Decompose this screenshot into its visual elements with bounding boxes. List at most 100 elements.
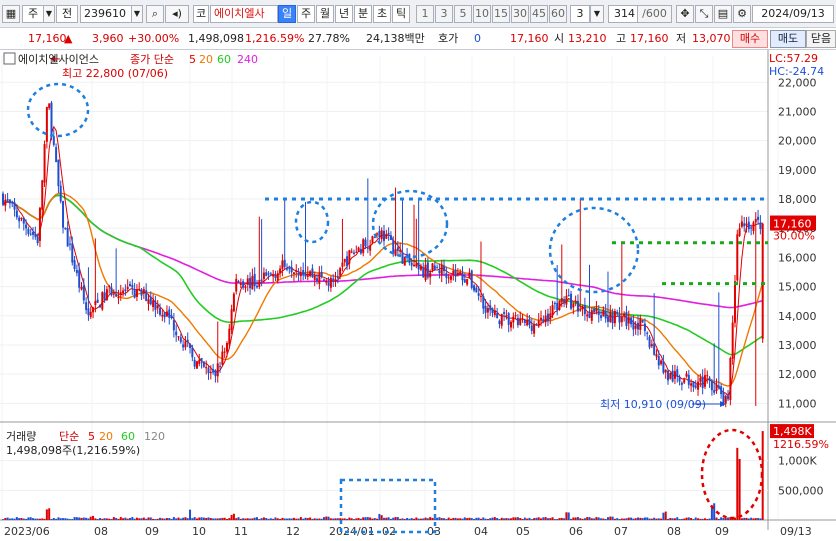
minute-button[interactable]: 30 [511, 5, 529, 23]
candle-body [563, 299, 566, 303]
candle-body [156, 305, 159, 309]
candle-body [82, 285, 85, 301]
minute-button[interactable]: 45 [530, 5, 548, 23]
candle-body [678, 377, 681, 382]
candle-body [445, 273, 448, 278]
volume-bar [620, 518, 623, 520]
candle-body [424, 264, 427, 281]
volume-bar [186, 518, 189, 520]
volume-bar [71, 519, 74, 520]
volume-bar [639, 517, 642, 520]
candle-body [272, 274, 275, 277]
grid-icon[interactable]: ▦ [2, 5, 20, 23]
period-tab[interactable]: 틱 [392, 5, 410, 23]
candle-body [625, 312, 628, 327]
volume-value-label: 1,498,098주(1,216.59%) [6, 444, 140, 457]
volume-bar [556, 519, 559, 520]
volume-bar [145, 518, 148, 520]
volume-bar [364, 517, 367, 520]
volume-bar [727, 517, 730, 520]
date-field[interactable]: 2024/09/13 [752, 5, 834, 23]
candle-body [170, 315, 173, 319]
view-select[interactable]: 전 [56, 5, 78, 23]
candle-body [489, 305, 492, 311]
minute-button[interactable]: 60 [549, 5, 567, 23]
candle-body [567, 295, 570, 297]
candle-body [103, 292, 106, 300]
market-select[interactable]: 주 [22, 5, 44, 23]
period-tab[interactable]: 분 [354, 5, 372, 23]
candle-body [288, 268, 291, 270]
candle-body [18, 217, 21, 222]
count-input[interactable]: 314 [608, 5, 638, 23]
period-tab[interactable]: 초 [373, 5, 391, 23]
minute-button[interactable]: 15 [492, 5, 510, 23]
minute-button[interactable]: 3 [435, 5, 453, 23]
volume-bar [117, 518, 120, 520]
chevron-down-icon[interactable]: ▼ [43, 5, 55, 23]
candle-body [239, 283, 242, 285]
buy-button[interactable]: 매수 [732, 30, 768, 48]
volume-bar [322, 517, 325, 520]
candle-body [216, 363, 219, 377]
candle-body [669, 373, 672, 379]
draw-tool-icon[interactable]: ⤡ [695, 5, 713, 23]
period-tab[interactable]: 주 [297, 5, 315, 23]
candle-body [339, 268, 342, 276]
volume-bar [64, 518, 67, 520]
volume-bar [133, 518, 136, 520]
candle-body [73, 260, 76, 270]
indicator-icon[interactable]: ▤ [714, 5, 732, 23]
custom-minute[interactable]: 3 [570, 5, 590, 23]
volume-value: 1,498,098 [188, 32, 244, 45]
volume-bar [216, 518, 219, 520]
stock-code-input[interactable]: 239610 [80, 5, 132, 23]
close-button[interactable]: 닫음 [806, 30, 836, 48]
volume-bar [219, 518, 222, 520]
period-tab[interactable]: 월 [316, 5, 334, 23]
y-tick-label: 22,000 [778, 76, 817, 89]
candle-body [36, 236, 39, 244]
volume-bar [406, 517, 409, 520]
last-pct-text: 30.00% [773, 230, 815, 243]
candle-body [470, 270, 473, 288]
volume-bar [417, 518, 420, 520]
speaker-icon[interactable]: ◂) [165, 5, 189, 23]
candle-body [184, 341, 187, 348]
candle-body [322, 279, 325, 281]
volume-bar [94, 518, 97, 520]
candle-body [459, 272, 462, 275]
candle-body [276, 273, 279, 281]
crosshair-icon[interactable]: ✥ [676, 5, 694, 23]
minute-button[interactable]: 5 [454, 5, 472, 23]
code-dropdown-icon[interactable]: ▼ [131, 5, 143, 23]
candle-body [699, 377, 702, 382]
candle-body [413, 264, 416, 267]
search-icon[interactable]: ⌕ [146, 5, 164, 23]
minute-button[interactable]: 10 [473, 5, 491, 23]
volume-bar [429, 517, 432, 520]
candle-body [440, 264, 443, 276]
volume-bar [85, 517, 88, 520]
volume-bar [757, 518, 760, 520]
candle-body [417, 262, 420, 270]
chart-menu-icon[interactable] [3, 52, 16, 65]
trade-amount: 24,138백만 [366, 32, 425, 45]
volume-bar [443, 518, 446, 520]
candle-body [281, 260, 284, 269]
volume-bar [493, 517, 496, 520]
gear-icon[interactable]: ⚙ [733, 5, 751, 23]
volume-bar [4, 518, 7, 520]
y-tick-label: 19,000 [778, 164, 817, 177]
period-tab[interactable]: 일 [278, 5, 296, 23]
period-tab[interactable]: 년 [335, 5, 353, 23]
volume-bar [57, 517, 60, 520]
sell-button[interactable]: 매도 [770, 30, 806, 48]
candle-body [729, 358, 732, 400]
minute-dropdown-icon[interactable]: ▼ [590, 5, 604, 23]
minute-button[interactable]: 1 [416, 5, 434, 23]
stock-name[interactable]: 에이치엘사 [210, 5, 278, 23]
stock-chart[interactable]: 11,00012,00013,00014,00015,00016,00017,0… [0, 50, 836, 541]
volume-bar [583, 518, 586, 520]
volume-bar [126, 518, 129, 520]
